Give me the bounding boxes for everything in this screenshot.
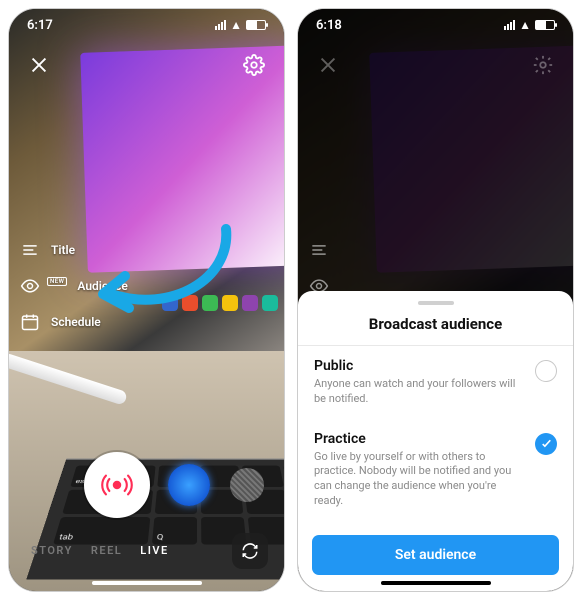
option-practice-desc: Go live by yourself or with others to pr… <box>314 450 525 509</box>
audience-option[interactable]: NEW Audience <box>19 275 128 297</box>
phone-live-setup: esc tab Q 6:17 ▲ <box>8 8 285 592</box>
battery-icon <box>535 20 555 30</box>
audience-option-label: Audience <box>77 279 127 293</box>
option-practice-title: Practice <box>314 431 525 447</box>
mode-live[interactable]: LIVE <box>140 544 168 557</box>
cellular-icon <box>504 20 515 30</box>
title-lines-icon <box>19 239 41 261</box>
wifi-icon: ▲ <box>230 18 242 32</box>
broadcast-audience-sheet: Broadcast audience Public Anyone can wat… <box>298 291 573 591</box>
gear-icon[interactable] <box>527 49 559 81</box>
schedule-option[interactable]: Schedule <box>19 311 128 333</box>
close-icon[interactable] <box>23 49 55 81</box>
status-bar: 6:18 ▲ <box>298 9 573 41</box>
switch-camera-button[interactable] <box>232 533 268 569</box>
option-public-title: Public <box>314 358 525 374</box>
phone-broadcast-audience: 6:18 ▲ Broadcast audience Pub <box>297 8 574 592</box>
go-live-button[interactable] <box>84 452 150 518</box>
option-public-desc: Anyone can watch and your followers will… <box>314 377 525 407</box>
title-option[interactable]: Title <box>19 239 128 261</box>
schedule-option-label: Schedule <box>51 315 101 329</box>
live-settings-stack: Title NEW Audience Schedule <box>19 239 128 333</box>
radio-public[interactable] <box>535 360 557 382</box>
effect-button[interactable] <box>168 464 210 506</box>
title-option-label: Title <box>51 243 75 257</box>
wifi-icon: ▲ <box>519 18 531 32</box>
mode-story[interactable]: STORY <box>31 544 73 557</box>
radio-practice[interactable] <box>535 433 557 455</box>
sheet-title: Broadcast audience <box>298 315 573 345</box>
battery-icon <box>246 20 266 30</box>
set-audience-button[interactable]: Set audience <box>312 535 559 575</box>
status-time: 6:18 <box>316 18 342 33</box>
option-practice[interactable]: Practice Go live by yourself or with oth… <box>298 419 573 521</box>
title-lines-icon <box>308 239 330 261</box>
status-time: 6:17 <box>27 18 53 33</box>
option-public[interactable]: Public Anyone can watch and your followe… <box>298 346 573 419</box>
gallery-thumbnail[interactable] <box>230 468 264 502</box>
calendar-icon <box>19 311 41 333</box>
status-bar: 6:17 ▲ <box>9 9 284 41</box>
sheet-grabber[interactable] <box>418 301 454 305</box>
home-indicator[interactable] <box>381 581 491 585</box>
home-indicator[interactable] <box>92 581 202 585</box>
title-option <box>308 239 330 261</box>
new-badge: NEW <box>47 277 67 286</box>
cellular-icon <box>215 20 226 30</box>
close-icon[interactable] <box>312 49 344 81</box>
mode-reel[interactable]: REEL <box>91 544 122 557</box>
gear-icon[interactable] <box>238 49 270 81</box>
macos-dock <box>162 295 278 311</box>
eye-icon <box>19 275 41 297</box>
